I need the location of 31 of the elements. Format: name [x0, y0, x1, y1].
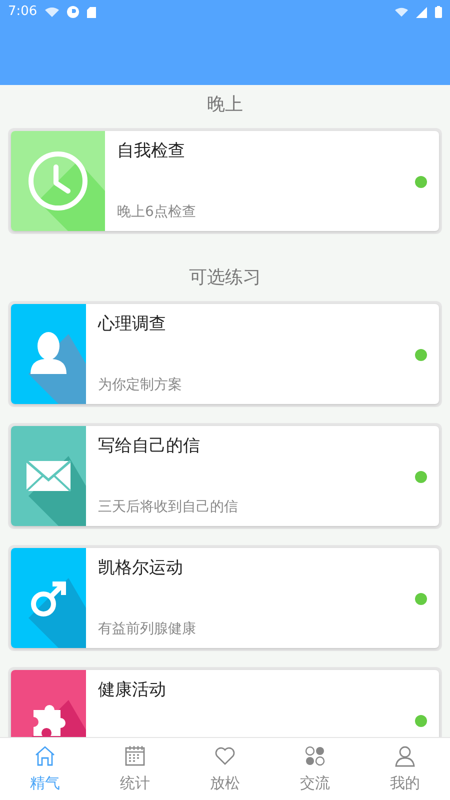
- card-title: 自我检查: [117, 140, 186, 163]
- exercise-card[interactable]: 心理调查 为你定制方案: [11, 304, 439, 404]
- card-title: 健康活动: [98, 679, 167, 702]
- battery-icon: [435, 6, 442, 18]
- card-subtitle: 三天后将收到自己的信: [98, 498, 239, 517]
- section-title: 可选练习: [188, 266, 262, 290]
- home-icon: [33, 744, 57, 768]
- person-icon: [393, 744, 417, 768]
- exercise-card[interactable]: 健康活动: [11, 670, 439, 737]
- card-title: 心理调查: [98, 313, 167, 336]
- nav-tab[interactable]: 统计: [90, 738, 180, 800]
- nav-tab[interactable]: 交流: [270, 738, 360, 800]
- exercise-card[interactable]: 写给自己的信 三天后将收到自己的信: [11, 426, 439, 526]
- sd-card-icon: [87, 6, 96, 18]
- exercise-card[interactable]: 凯格尔运动 有益前列腺健康: [11, 548, 439, 648]
- card-subtitle: 为你定制方案: [98, 376, 183, 395]
- card-subtitle: 有益前列腺健康: [98, 620, 197, 639]
- wifi-icon: [395, 7, 408, 17]
- status-time: 7:06: [8, 3, 38, 22]
- card-title: 凯格尔运动: [98, 557, 184, 580]
- nav-tab[interactable]: 我的: [360, 738, 450, 800]
- nav-tab[interactable]: 放松: [180, 738, 270, 800]
- calendar-icon: [123, 744, 147, 768]
- circle-icon: [67, 6, 80, 18]
- section-title: 晚上: [206, 93, 244, 117]
- card-title: 写给自己的信: [98, 435, 201, 458]
- circles-icon: [303, 744, 327, 768]
- signal-icon: [416, 6, 427, 18]
- exercise-card[interactable]: 自我检查 晚上6点检查: [11, 131, 439, 231]
- card-subtitle: 晚上6点检查: [117, 203, 197, 222]
- wifi-icon: [45, 7, 60, 17]
